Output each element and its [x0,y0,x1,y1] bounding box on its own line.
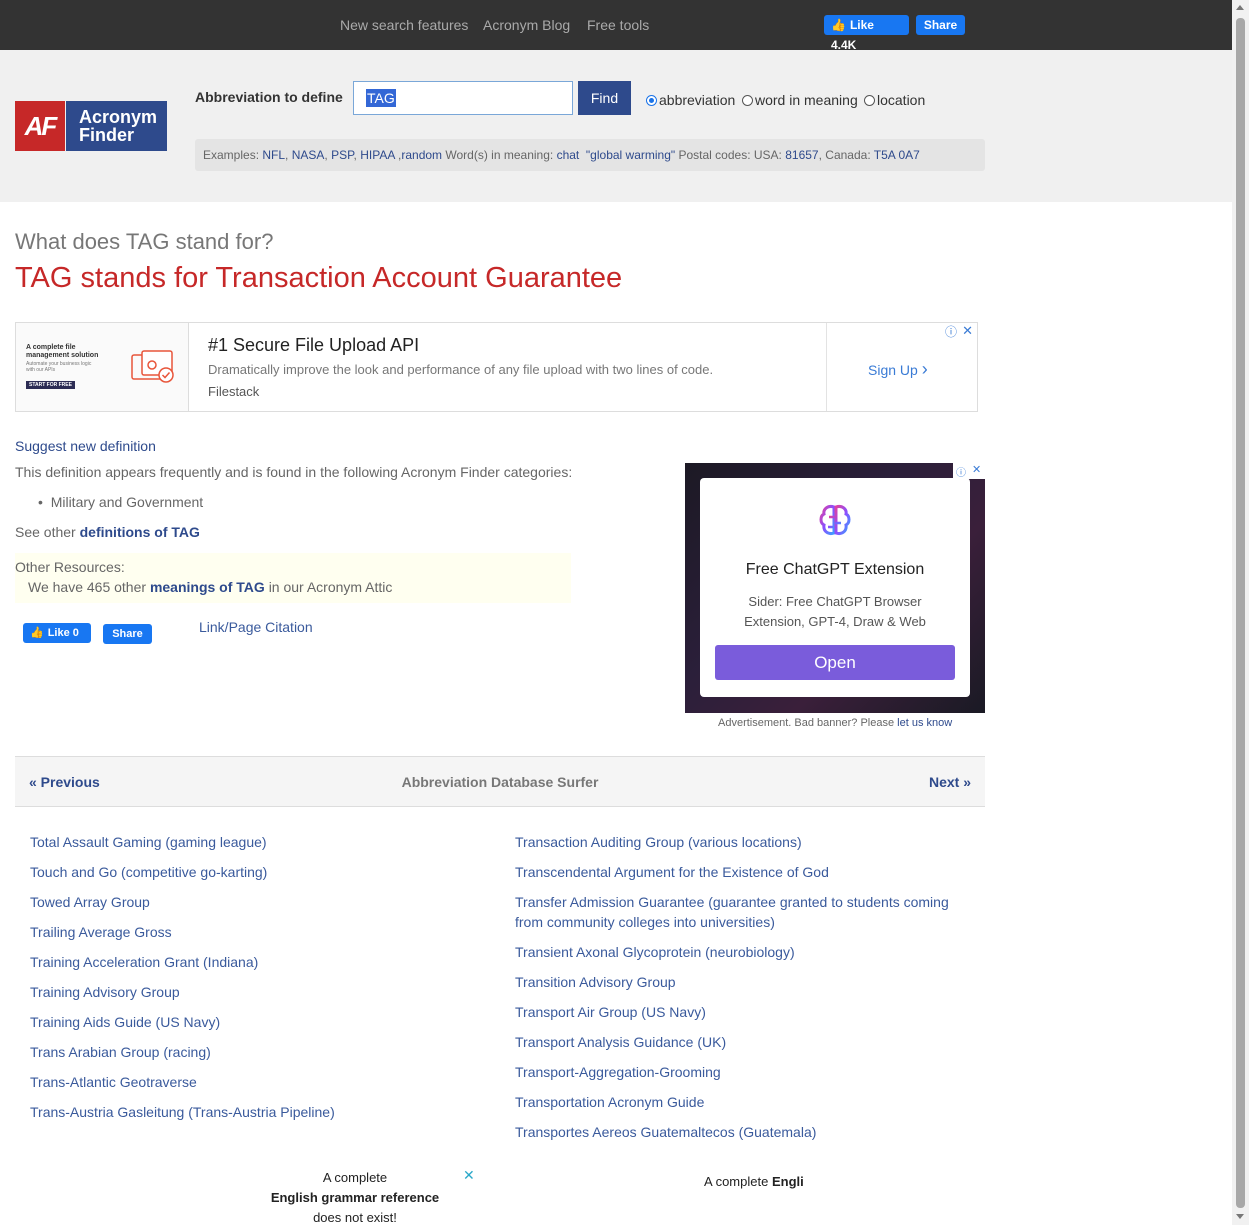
ad-close-icon[interactable]: ✕ [972,463,981,476]
search-input-selection: TAG [366,89,396,107]
list-item[interactable]: Transportes Aereos Guatemaltecos (Guatem… [515,1122,816,1142]
category-item: • Military and Government [38,494,204,510]
find-button[interactable]: Find [578,81,631,115]
example-usa-postal[interactable]: 81657 [785,148,818,162]
list-item[interactable]: Training Advisory Group [30,982,180,1002]
thumbs-up-icon: 👍 [831,18,846,32]
link-page-citation[interactable]: Link/Page Citation [199,619,313,635]
bullet-icon: • [38,494,43,510]
search-examples: Examples: NFL, NASA, PSP, HIPAA ,random … [195,139,985,171]
page-question: What does TAG stand for? [15,229,274,254]
suggest-new-definition-link[interactable]: Suggest new definition [15,438,156,454]
logo-text: Acronym Finder [66,101,167,151]
list-item[interactable]: Trans-Austria Gasleitung (Trans-Austria … [30,1102,335,1122]
surfer-title: Abbreviation Database Surfer [401,774,599,790]
ad-thumbnail: A complete file management solution Auto… [16,323,189,411]
example-chat[interactable]: chat [557,148,580,162]
meanings-of-tag-link[interactable]: meanings of TAG [150,579,265,595]
top-nav-bar: New search features Acronym Blog Free to… [0,0,1232,52]
ad-signup-button[interactable]: Sign Up › [868,359,928,380]
scroll-down-icon[interactable] [1236,1214,1244,1219]
facebook-share-button-page[interactable]: Share [103,624,152,644]
ad-banner-filestack[interactable]: A complete file management solution Auto… [15,322,978,412]
acronym-finder-logo[interactable]: AF Acronym Finder [15,101,167,151]
ad-info-icon[interactable]: ⓘ [945,323,957,340]
radio-unchecked-icon [864,95,875,106]
list-item[interactable]: Transition Advisory Group [515,972,676,992]
example-nasa[interactable]: NASA [292,148,325,162]
list-item[interactable]: Trailing Average Gross [30,922,172,942]
ad-card: Free ChatGPT Extension Sider: Free ChatG… [700,478,970,697]
categories-text: This definition appears frequently and i… [15,464,573,480]
ad-notice: Advertisement. Bad banner? Please let us… [718,717,953,729]
ad-description: Sider: Free ChatGPT Browser Extension, G… [744,594,926,629]
example-nfl[interactable]: NFL [262,148,285,162]
radio-location[interactable]: location [864,92,925,108]
list-item[interactable]: Transcendental Argument for the Existenc… [515,862,829,882]
close-icon[interactable]: ✕ [463,1167,475,1184]
ad-description: Dramatically improve the look and perfor… [208,362,714,377]
example-hipaa[interactable]: HIPAA [360,148,394,162]
logo-mark: AF [15,101,65,151]
nav-new-search-features[interactable]: New search features [340,17,468,33]
list-item[interactable]: Trans-Atlantic Geotraverse [30,1072,197,1092]
list-item[interactable]: Transient Axonal Glycoprotein (neurobiol… [515,942,795,962]
list-item[interactable]: Trans Arabian Group (racing) [30,1042,211,1062]
ad-banner-chatgpt-extension[interactable]: Free ChatGPT Extension Sider: Free ChatG… [685,463,985,713]
brain-icon [819,505,851,535]
nav-acronym-blog[interactable]: Acronym Blog [483,17,570,33]
list-item[interactable]: Total Assault Gaming (gaming league) [30,832,267,852]
radio-abbreviation[interactable]: abbreviation [646,92,735,108]
let-us-know-link[interactable]: let us know [897,717,952,729]
bottom-ad-english[interactable]: A complete Engli [704,1174,804,1189]
facebook-like-button-page[interactable]: 👍 Like 0 [23,623,91,643]
facebook-share-button[interactable]: Share [916,15,965,35]
other-resources-text: We have 465 other meanings of TAG in our… [28,579,393,595]
page-scrollbar[interactable] [1232,0,1249,1225]
ad-title: Free ChatGPT Extension [745,561,925,578]
ad-sponsor: Filestack [208,384,260,399]
list-item[interactable]: Transport Air Group (US Navy) [515,1002,706,1022]
example-psp[interactable]: PSP [331,148,353,162]
list-item[interactable]: Training Aids Guide (US Navy) [30,1012,220,1032]
radio-word-in-meaning[interactable]: word in meaning [742,92,858,108]
ad-title[interactable]: #1 Secure File Upload API [208,335,419,356]
list-item[interactable]: Transfer Admission Guarantee (guarantee … [515,892,965,932]
facebook-like-button[interactable]: 👍 Like 4.4K [824,15,909,52]
page-title: TAG stands for Transaction Account Guara… [15,262,623,294]
next-link[interactable]: Next » [929,774,971,790]
scroll-up-icon[interactable] [1236,5,1244,10]
search-label: Abbreviation to define [195,89,343,105]
list-item[interactable]: Towed Array Group [30,892,150,912]
list-item[interactable]: Transport-Aggregation-Grooming [515,1062,721,1082]
ad-info-icon[interactable]: ⓘ [956,464,966,479]
example-canada-postal[interactable]: T5A 0A7 [874,148,920,162]
chevron-right-icon: › [921,359,928,379]
radio-unchecked-icon [742,95,753,106]
radio-checked-icon [646,95,657,106]
ad-close-controls[interactable]: ⓘ ✕ [953,463,985,479]
search-header: AF Acronym Finder [0,50,1232,202]
example-global-warming[interactable]: "global warming" [586,148,675,162]
see-other-definitions: See other definitions of TAG [15,524,200,540]
bottom-ad-grammar[interactable]: A complete English grammar reference doe… [230,1168,480,1228]
other-resources-box: Other Resources: We have 465 other meani… [15,553,571,603]
definitions-of-tag-link[interactable]: definitions of TAG [80,524,200,540]
database-surfer-bar: « Previous Abbreviation Database Surfer … [15,756,985,807]
thumbs-up-icon: 👍 [30,627,44,639]
scrollbar-thumb[interactable] [1236,18,1245,1208]
ad-close-icon[interactable]: ✕ [962,323,973,339]
list-item[interactable]: Training Acceleration Grant (Indiana) [30,952,258,972]
example-random[interactable]: random [401,148,442,162]
list-item[interactable]: Transportation Acronym Guide [515,1092,704,1112]
divider [826,323,827,411]
list-item[interactable]: Transaction Auditing Group (various loca… [515,832,802,852]
file-gear-icon [131,350,174,383]
list-item[interactable]: Transport Analysis Guidance (UK) [515,1032,726,1052]
list-item[interactable]: Touch and Go (competitive go-karting) [30,862,267,882]
nav-free-tools[interactable]: Free tools [587,17,649,33]
ad-open-button[interactable]: Open [715,645,955,680]
